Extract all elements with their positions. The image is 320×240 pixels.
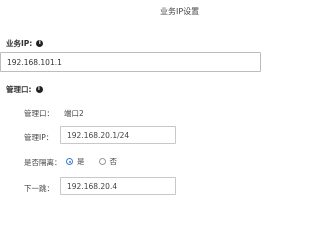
isolate-option-no-label: 否	[109, 157, 118, 166]
port-value: 端口2	[64, 109, 84, 118]
mgmt-ip-label: 管理IP：	[24, 133, 54, 142]
info-icon[interactable]: i	[36, 40, 44, 47]
port-label: 管理口：	[24, 109, 54, 118]
radio-unchecked-icon[interactable]	[98, 158, 106, 165]
gateway-input[interactable]	[60, 177, 176, 195]
mgmt-ip-input[interactable]	[60, 126, 176, 144]
isolate-option-no[interactable]: 否	[98, 156, 118, 167]
mgmt-port-label: 管理口:	[6, 85, 32, 94]
business-ip-label: 业务IP:	[6, 39, 33, 48]
isolate-option-yes[interactable]: 是	[66, 156, 85, 167]
dialog-title: 业务IP设置	[160, 7, 200, 16]
business-ip-input[interactable]	[0, 52, 261, 72]
radio-checked-icon[interactable]	[66, 158, 73, 165]
gateway-label: 下一跳：	[24, 184, 54, 193]
isolate-label: 是否隔离：	[24, 158, 62, 167]
isolate-radio-group: 是 否	[66, 156, 117, 167]
info-icon[interactable]: i	[35, 86, 43, 93]
business-ip-label-row: 业务IP: i	[6, 38, 44, 49]
isolate-option-yes-label: 是	[77, 157, 85, 166]
mgmt-port-label-row: 管理口: i	[6, 84, 43, 95]
